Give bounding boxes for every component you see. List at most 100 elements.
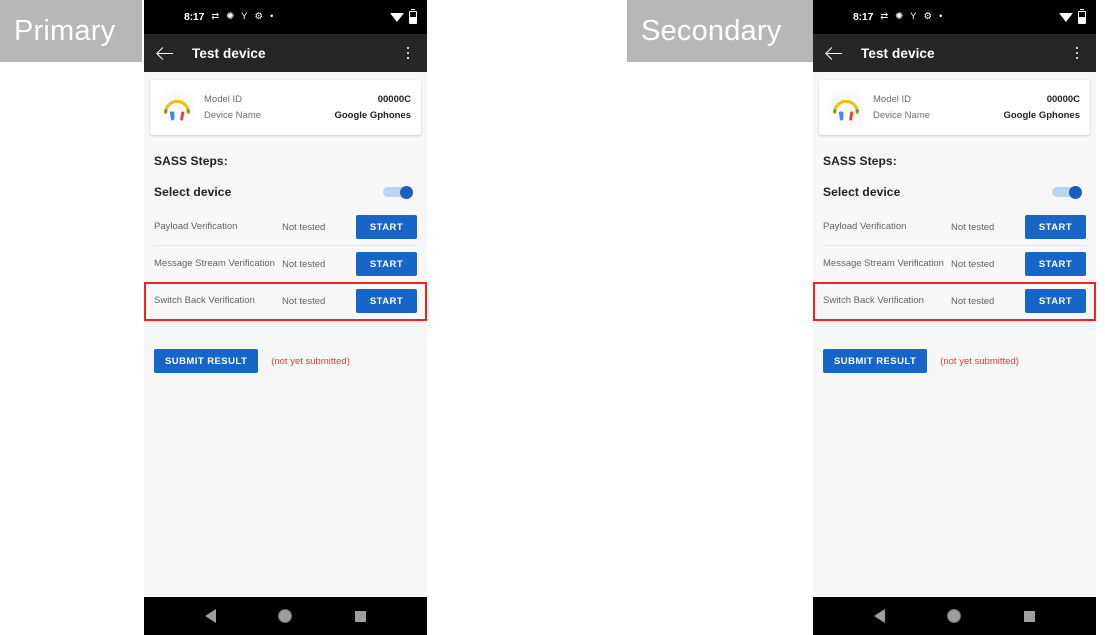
toggle-thumb xyxy=(1069,185,1082,199)
submit-status-note: (not yet submitted) xyxy=(271,355,350,367)
battery-icon xyxy=(1078,8,1086,24)
system-nav-bar xyxy=(144,597,427,635)
page-title: Test device xyxy=(192,45,266,61)
brightness-icon: ✺ xyxy=(226,11,235,23)
select-device-label: Select device xyxy=(154,185,232,199)
select-device-label: Select device xyxy=(823,185,901,199)
step-name: Switch Back Verification xyxy=(154,295,255,306)
app-bar: Test device xyxy=(813,34,1096,72)
system-nav-bar xyxy=(813,597,1096,635)
select-device-toggle[interactable] xyxy=(1052,185,1082,199)
status-bar-right xyxy=(390,8,417,24)
step-status: Not tested xyxy=(951,258,995,270)
device-name-value: Google Gphones xyxy=(1003,110,1080,121)
start-button[interactable]: START xyxy=(1025,289,1086,313)
step-name: Message Stream Verification xyxy=(154,258,275,269)
back-arrow-icon[interactable] xyxy=(156,43,176,63)
status-bar: 8:17 ⇄ ✺ Y ⚙ • xyxy=(144,0,427,34)
role-label-secondary: Secondary xyxy=(627,0,813,62)
model-id-label: Model ID xyxy=(873,94,912,105)
device-card-rows: Model ID 00000C Device Name Google Gphon… xyxy=(204,94,411,121)
step-status: Not tested xyxy=(282,221,326,233)
model-id-value: 00000C xyxy=(1046,94,1080,105)
role-label-primary: Primary xyxy=(0,0,142,62)
step-status: Not tested xyxy=(951,221,995,233)
select-device-row: Select device xyxy=(154,185,417,199)
status-bar-clock: 8:17 xyxy=(184,11,205,23)
overflow-menu-icon[interactable] xyxy=(1068,43,1086,63)
submit-status-note: (not yet submitted) xyxy=(940,355,1019,367)
device-card-row-model-id: Model ID 00000C xyxy=(873,94,1080,105)
table-row: Switch Back Verification Not tested STAR… xyxy=(823,283,1086,320)
submit-row: SUBMIT RESULT (not yet submitted) xyxy=(154,349,417,373)
wifi-icon xyxy=(390,12,404,22)
settings-gear-icon: ⚙ xyxy=(254,11,264,23)
step-status: Not tested xyxy=(951,295,995,307)
device-info-card: Model ID 00000C Device Name Google Gphon… xyxy=(819,80,1090,135)
main-content: SASS Steps: Select device Payload Verifi… xyxy=(144,154,427,373)
role-label-secondary-text: Secondary xyxy=(641,14,782,47)
device-info-card: Model ID 00000C Device Name Google Gphon… xyxy=(150,80,421,135)
table-row: Switch Back Verification Not tested STAR… xyxy=(154,283,417,320)
nav-home-icon[interactable] xyxy=(947,609,962,623)
phone-screen-secondary: 8:17 ⇄ ✺ Y ⚙ • Test device Model ID 0000… xyxy=(813,0,1096,635)
device-card-rows: Model ID 00000C Device Name Google Gphon… xyxy=(873,94,1080,121)
table-row: Message Stream Verification Not tested S… xyxy=(154,246,417,283)
start-button[interactable]: START xyxy=(356,289,417,313)
select-device-toggle[interactable] xyxy=(383,185,413,199)
start-button[interactable]: START xyxy=(1025,252,1086,276)
step-name: Payload Verification xyxy=(154,221,238,232)
device-card-row-device-name: Device Name Google Gphones xyxy=(873,110,1080,121)
model-id-label: Model ID xyxy=(204,94,243,105)
back-arrow-icon[interactable] xyxy=(825,43,845,63)
overflow-menu-icon[interactable] xyxy=(399,43,417,63)
settings-gear-icon: ⚙ xyxy=(923,11,933,23)
table-row: Payload Verification Not tested START xyxy=(154,209,417,246)
step-status: Not tested xyxy=(282,295,326,307)
start-button[interactable]: START xyxy=(1025,215,1086,239)
status-bar-clock: 8:17 xyxy=(853,11,874,23)
sass-steps-heading: SASS Steps: xyxy=(823,154,897,168)
nav-back-icon[interactable] xyxy=(205,609,217,623)
submit-row: SUBMIT RESULT (not yet submitted) xyxy=(823,349,1086,373)
brightness-icon: ✺ xyxy=(895,11,904,23)
phone-screen-primary: 8:17 ⇄ ✺ Y ⚙ • Test device Model ID 0000… xyxy=(144,0,427,635)
sass-steps-heading: SASS Steps: xyxy=(154,154,228,168)
device-card-row-device-name: Device Name Google Gphones xyxy=(204,110,411,121)
device-name-label: Device Name xyxy=(204,110,262,121)
dot-icon: • xyxy=(270,11,274,23)
page-title: Test device xyxy=(861,45,935,61)
sync-icon: ⇄ xyxy=(211,11,220,23)
status-bar-left: 8:17 ⇄ ✺ Y ⚙ • xyxy=(853,11,942,23)
dot-icon: • xyxy=(939,11,943,23)
main-content: SASS Steps: Select device Payload Verifi… xyxy=(813,154,1096,373)
step-name: Switch Back Verification xyxy=(823,295,924,306)
submit-result-button[interactable]: SUBMIT RESULT xyxy=(154,349,259,373)
wifi-icon xyxy=(1059,12,1073,22)
start-button[interactable]: START xyxy=(356,215,417,239)
sass-steps-list: Payload Verification Not tested START Me… xyxy=(813,209,1096,321)
nav-home-icon[interactable] xyxy=(278,609,293,623)
device-name-label: Device Name xyxy=(873,110,931,121)
nav-recents-icon[interactable] xyxy=(354,610,366,622)
nav-back-icon[interactable] xyxy=(874,609,886,623)
sass-steps-list: Payload Verification Not tested START Me… xyxy=(144,209,427,321)
role-label-primary-text: Primary xyxy=(14,14,116,47)
status-bar-right xyxy=(1059,8,1086,24)
sync-icon: ⇄ xyxy=(880,11,889,23)
model-id-value: 00000C xyxy=(377,94,411,105)
nav-recents-icon[interactable] xyxy=(1023,610,1035,622)
table-row: Message Stream Verification Not tested S… xyxy=(823,246,1086,283)
table-row: Payload Verification Not tested START xyxy=(823,209,1086,246)
headphones-icon xyxy=(827,89,865,127)
device-card-row-model-id: Model ID 00000C xyxy=(204,94,411,105)
start-button[interactable]: START xyxy=(356,252,417,276)
step-status: Not tested xyxy=(282,258,326,270)
status-bar-left: 8:17 ⇄ ✺ Y ⚙ • xyxy=(184,11,273,23)
select-device-row: Select device xyxy=(823,185,1086,199)
app-bar: Test device xyxy=(144,34,427,72)
headphones-icon xyxy=(158,89,196,127)
step-name: Message Stream Verification xyxy=(823,258,944,269)
submit-result-button[interactable]: SUBMIT RESULT xyxy=(823,349,928,373)
step-name: Payload Verification xyxy=(823,221,907,232)
